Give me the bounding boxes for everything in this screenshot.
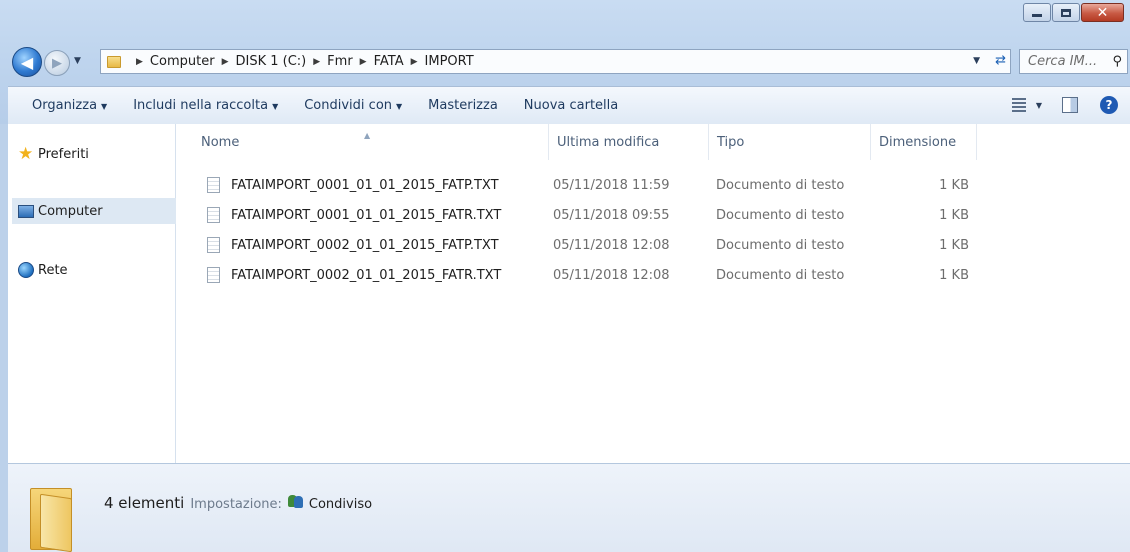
chevron-down-icon: ▼: [101, 102, 108, 111]
details-pane: 4 elementi Impostazione: Condiviso: [8, 463, 1130, 552]
share-label: Condividi con: [304, 98, 393, 113]
file-row[interactable]: FATAIMPORT_0001_01_01_2015_FATP.TXT 05/1…: [197, 174, 977, 198]
chevron-right-icon[interactable]: ▶: [136, 57, 143, 67]
address-dropdown-button[interactable]: ▼: [973, 56, 980, 66]
file-name: FATAIMPORT_0001_01_01_2015_FATR.TXT: [231, 208, 502, 223]
folder-icon: [107, 55, 121, 68]
column-header-name[interactable]: Nome: [193, 124, 549, 160]
column-label: Tipo: [717, 134, 745, 150]
column-header-size[interactable]: Dimensione: [871, 124, 977, 160]
column-label: Nome: [201, 134, 240, 150]
include-in-library-menu[interactable]: Includi nella raccolta ▼: [129, 96, 282, 115]
minimize-button[interactable]: [1023, 3, 1051, 22]
folder-icon: [30, 488, 72, 552]
text-file-icon: [207, 177, 220, 193]
forward-arrow-icon: ▶: [52, 55, 62, 71]
column-header-modified[interactable]: Ultima modifica: [549, 124, 709, 160]
file-type: Documento di testo: [716, 238, 845, 253]
computer-icon: [18, 203, 34, 219]
maximize-button[interactable]: [1052, 3, 1080, 22]
recent-pages-dropdown[interactable]: ▼: [74, 56, 81, 66]
back-arrow-icon: ◀: [20, 52, 34, 72]
file-row[interactable]: FATAIMPORT_0002_01_01_2015_FATP.TXT 05/1…: [197, 234, 977, 258]
sort-ascending-icon: ▲: [364, 131, 371, 140]
shared-users-icon: [287, 494, 304, 508]
nav-item-label: Rete: [38, 262, 68, 278]
column-header-type[interactable]: Tipo: [709, 124, 871, 160]
file-size: 1 KB: [939, 178, 969, 193]
breadcrumb-import[interactable]: IMPORT: [425, 54, 474, 69]
close-button[interactable]: ✕: [1081, 3, 1124, 22]
file-type: Documento di testo: [716, 178, 845, 193]
chevron-down-icon: ▼: [396, 102, 403, 111]
shared-status: Condiviso: [308, 497, 373, 512]
file-row[interactable]: FATAIMPORT_0001_01_01_2015_FATR.TXT 05/1…: [197, 204, 977, 228]
command-bar: Organizza ▼ Includi nella raccolta ▼ Condi…: [8, 86, 1130, 124]
item-count: 4 elementi: [104, 494, 185, 512]
minimize-icon: [1032, 14, 1042, 17]
file-type: Documento di testo: [716, 268, 845, 283]
setting-label: Impostazione:: [190, 497, 282, 512]
views-icon[interactable]: [1011, 98, 1026, 112]
new-folder-button[interactable]: Nuova cartella: [520, 96, 622, 115]
refresh-icon[interactable]: ⇄: [995, 53, 1006, 68]
network-globe-icon: [18, 262, 34, 278]
file-name: FATAIMPORT_0002_01_01_2015_FATR.TXT: [231, 268, 502, 283]
window-frame-left: [0, 124, 8, 552]
organize-menu[interactable]: Organizza ▼: [28, 96, 111, 115]
text-file-icon: [207, 237, 220, 253]
breadcrumb-disk[interactable]: DISK 1 (C:): [235, 54, 306, 69]
search-icon[interactable]: ⚲: [1112, 54, 1122, 69]
maximize-icon: [1061, 8, 1071, 17]
window-controls: ✕: [1022, 3, 1124, 22]
file-name: FATAIMPORT_0001_01_01_2015_FATP.TXT: [231, 178, 499, 193]
navigation-row: ◀ ▶ ▼ ▶ Computer ▶ DISK 1 (C:) ▶ Fmr ▶ F…: [8, 46, 1130, 78]
forward-button[interactable]: ▶: [44, 50, 70, 76]
include-label: Includi nella raccolta: [133, 98, 269, 113]
navigation-pane: ★ Preferiti Computer Rete: [8, 124, 176, 463]
column-label: Dimensione: [879, 134, 957, 150]
file-modified: 05/11/2018 12:08: [553, 268, 670, 283]
nav-item-favorites[interactable]: ★ Preferiti: [12, 141, 176, 167]
column-label: Ultima modifica: [557, 134, 660, 150]
file-type: Documento di testo: [716, 208, 845, 223]
chevron-down-icon: ▼: [272, 102, 279, 111]
file-size: 1 KB: [939, 208, 969, 223]
breadcrumb-computer[interactable]: Computer: [150, 54, 215, 69]
search-input[interactable]: Cerca IM... ⚲: [1019, 49, 1128, 74]
organize-label: Organizza: [32, 98, 98, 113]
file-size: 1 KB: [939, 238, 969, 253]
views-dropdown[interactable]: ▼: [1036, 101, 1042, 110]
details-info: 4 elementi Impostazione: Condiviso: [104, 494, 372, 512]
nav-item-computer[interactable]: Computer: [12, 198, 176, 224]
text-file-icon: [207, 207, 220, 223]
preview-pane-icon[interactable]: [1062, 97, 1078, 113]
text-file-icon: [207, 267, 220, 283]
file-row[interactable]: FATAIMPORT_0002_01_01_2015_FATR.TXT 05/1…: [197, 264, 977, 288]
file-modified: 05/11/2018 09:55: [553, 208, 670, 223]
chevron-right-icon[interactable]: ▶: [411, 57, 418, 67]
chevron-right-icon[interactable]: ▶: [222, 57, 229, 67]
burn-button[interactable]: Masterizza: [424, 96, 502, 115]
share-with-menu[interactable]: Condividi con ▼: [300, 96, 406, 115]
chevron-right-icon[interactable]: ▶: [313, 57, 320, 67]
nav-item-label: Computer: [38, 203, 103, 219]
star-icon: ★: [18, 144, 34, 164]
view-controls: ▼ ?: [1011, 96, 1118, 114]
address-bar[interactable]: ▶ Computer ▶ DISK 1 (C:) ▶ Fmr ▶ FATA ▶ …: [100, 49, 1011, 74]
file-name: FATAIMPORT_0002_01_01_2015_FATP.TXT: [231, 238, 499, 253]
nav-item-label: Preferiti: [38, 146, 89, 162]
file-list: Nome ▲ Ultima modifica Tipo Dimensione F…: [177, 124, 1130, 463]
file-modified: 05/11/2018 11:59: [553, 178, 670, 193]
file-size: 1 KB: [939, 268, 969, 283]
breadcrumb-fata[interactable]: FATA: [374, 54, 404, 69]
close-icon: ✕: [1096, 4, 1109, 21]
back-button[interactable]: ◀: [12, 47, 42, 77]
file-modified: 05/11/2018 12:08: [553, 238, 670, 253]
help-icon[interactable]: ?: [1100, 96, 1118, 114]
nav-item-network[interactable]: Rete: [12, 257, 176, 283]
breadcrumb-fmr[interactable]: Fmr: [327, 54, 353, 69]
chevron-right-icon[interactable]: ▶: [360, 57, 367, 67]
search-placeholder[interactable]: Cerca IM...: [1028, 54, 1112, 69]
